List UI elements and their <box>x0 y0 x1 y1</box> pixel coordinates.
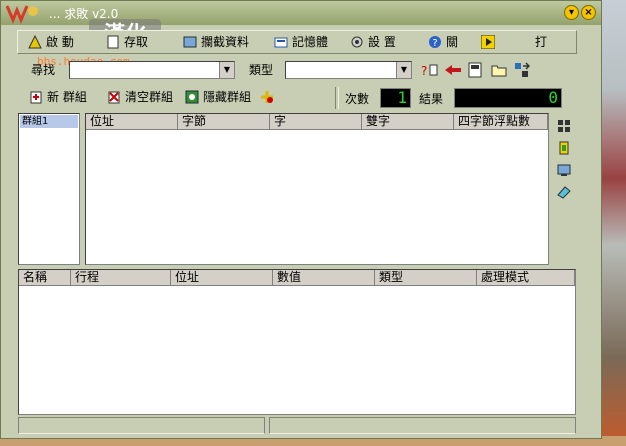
help-icon: ? <box>429 36 441 49</box>
result-label: 結果 <box>419 92 444 106</box>
hide-icon <box>185 90 199 104</box>
menu-last[interactable]: 打 <box>535 34 547 50</box>
memory-icon <box>274 37 288 48</box>
type-label: 類型 <box>249 63 274 77</box>
app-window: ... 求敗 v2.0 ▾ × 漢化 bbs.houdao.com 啟 動 存取… <box>0 0 602 439</box>
column-header[interactable]: 行程 <box>71 270 171 286</box>
chevron-down-icon[interactable]: ▼ <box>396 62 411 78</box>
app-logo-icon <box>5 5 38 24</box>
menu-start[interactable]: 啟 動 <box>28 34 74 50</box>
list-item[interactable]: 群組1 <box>20 115 78 128</box>
column-header[interactable]: 處理模式 <box>477 270 575 286</box>
file-icon <box>107 35 119 49</box>
search-label: 尋找 <box>31 63 56 77</box>
clear-icon <box>108 91 120 104</box>
new-icon <box>30 91 42 104</box>
menu-memory[interactable]: 記憶體 <box>274 34 328 50</box>
menu-help[interactable]: ? 關 <box>428 34 458 50</box>
menu-settings[interactable]: 設 置 <box>350 34 396 50</box>
column-header[interactable]: 位址 <box>86 114 178 130</box>
column-header[interactable]: 四字節浮點數 <box>454 114 548 130</box>
search-combo[interactable]: ▼ <box>69 61 235 79</box>
menu-bar: 啟 動 存取 攔截資料 記憶體 設 置 ? 關 打 <box>17 30 577 54</box>
column-header[interactable]: 字 <box>270 114 362 130</box>
toolbar-separator <box>335 87 339 109</box>
add-icon <box>261 91 273 103</box>
minimize-icon[interactable]: ▾ <box>564 5 579 20</box>
menu-run[interactable] <box>481 34 499 50</box>
column-header[interactable]: 類型 <box>375 270 477 286</box>
menu-save[interactable]: 存取 <box>106 34 148 50</box>
new-group-button[interactable]: 新 群組 <box>29 88 87 106</box>
query-icon[interactable]: ? <box>421 63 439 77</box>
address-table[interactable]: 名稱 行程 位址 數值 類型 處理模式 <box>18 269 576 415</box>
triangle-icon <box>28 35 42 49</box>
clear-group-button[interactable]: 清空群組 <box>107 88 173 106</box>
folder-icon[interactable] <box>491 63 507 77</box>
column-header[interactable]: 位址 <box>171 270 273 286</box>
svg-text:?: ? <box>421 64 427 77</box>
group-toolbar: 新 群組 清空群組 隱藏群組 次數 1 結果 0 <box>17 85 577 111</box>
status-pane-right <box>269 417 576 434</box>
play-icon <box>481 35 495 49</box>
status-pane-left <box>18 417 265 434</box>
result-table[interactable]: 位址 字節 字 雙字 四字節浮點數 <box>85 113 549 265</box>
type-combo[interactable]: ▼ <box>285 61 412 79</box>
chevron-down-icon[interactable]: ▼ <box>219 62 234 78</box>
desktop-background <box>600 0 626 446</box>
export-icon[interactable] <box>514 62 530 78</box>
column-header[interactable]: 雙字 <box>362 114 454 130</box>
count-label: 次數 <box>345 92 370 106</box>
column-header[interactable]: 數值 <box>273 270 375 286</box>
count-display: 1 <box>380 88 411 108</box>
grid-icon[interactable] <box>557 119 571 133</box>
svg-text:?: ? <box>432 38 437 49</box>
monitor-icon[interactable] <box>557 163 571 177</box>
battery-icon[interactable] <box>557 141 571 155</box>
group-list[interactable]: 群組1 <box>18 113 80 265</box>
close-icon[interactable]: × <box>581 5 596 20</box>
search-bar: 尋找 ▼ 類型 ▼ ? <box>17 57 577 83</box>
eraser-icon[interactable] <box>557 185 571 199</box>
result-display: 0 <box>454 88 562 108</box>
hide-group-button[interactable]: 隱藏群組 <box>185 88 251 106</box>
add-item-button[interactable] <box>260 88 278 106</box>
save-icon[interactable] <box>467 62 483 78</box>
column-header[interactable]: 名稱 <box>19 270 71 286</box>
arrow-left-icon[interactable] <box>445 64 461 76</box>
menu-intercept[interactable]: 攔截資料 <box>183 34 249 50</box>
book-icon <box>183 36 197 48</box>
gear-icon <box>351 36 363 48</box>
column-header[interactable]: 字節 <box>178 114 270 130</box>
